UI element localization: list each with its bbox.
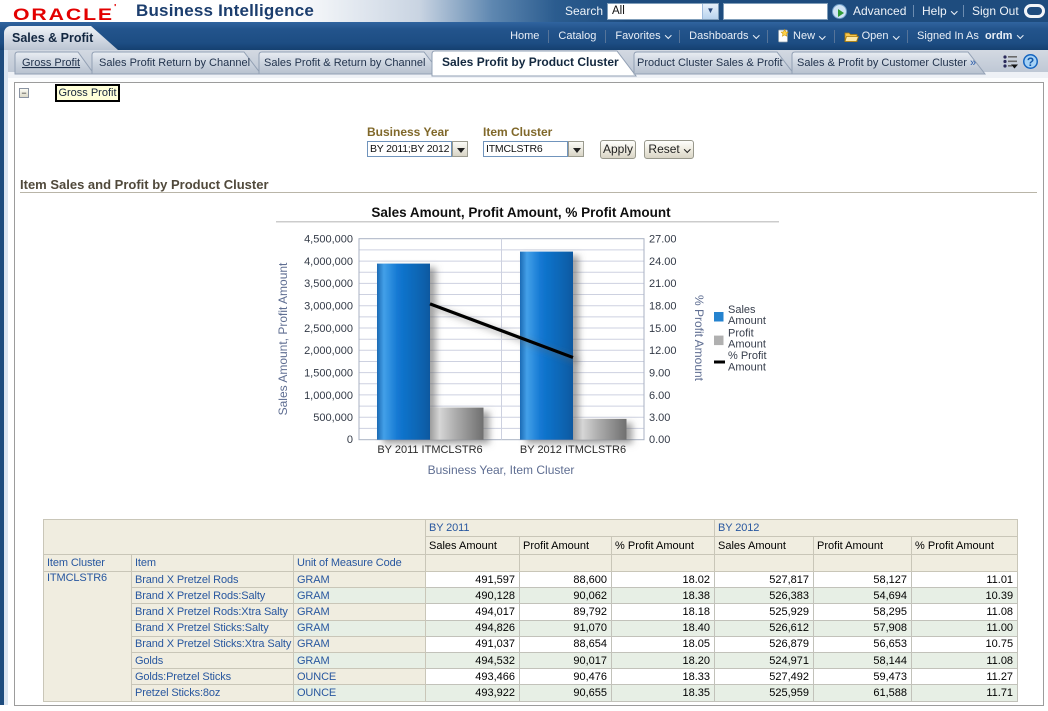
svg-text:12.00: 12.00 (649, 345, 677, 357)
svg-text:0.00: 0.00 (649, 434, 670, 446)
svg-text:Amount: Amount (728, 315, 766, 327)
svg-text:18.00: 18.00 (649, 301, 677, 313)
svg-text:Amount: Amount (728, 339, 766, 351)
svg-text:4,500,000: 4,500,000 (304, 234, 353, 246)
svg-text:24.00: 24.00 (649, 256, 677, 268)
svg-text:500,000: 500,000 (313, 412, 353, 424)
svg-text:% Profit: % Profit (728, 350, 767, 362)
svg-text:Sales Profit & Return by Chann: Sales Profit & Return by Channel (264, 57, 425, 69)
svg-text:Sales Profit by Product Cluste: Sales Profit by Product Cluster (442, 55, 619, 69)
svg-text:% Profit Amount: % Profit Amount (692, 295, 706, 382)
svg-text:0: 0 (347, 434, 353, 446)
svg-text:1,500,000: 1,500,000 (304, 368, 353, 380)
svg-text:2,500,000: 2,500,000 (304, 323, 353, 335)
svg-text:Sales Amount, Profit Amount, %: Sales Amount, Profit Amount, % Profit Am… (371, 205, 671, 220)
svg-text:27.00: 27.00 (649, 234, 677, 246)
svg-text:Sales & Profit by Customer Clu: Sales & Profit by Customer Cluster » (797, 57, 976, 69)
svg-text:2,000,000: 2,000,000 (304, 345, 353, 357)
svg-text:3.00: 3.00 (649, 412, 670, 424)
svg-text:BY 2011 ITMCLSTR6: BY 2011 ITMCLSTR6 (377, 444, 482, 456)
svg-text:3,000,000: 3,000,000 (304, 301, 353, 313)
svg-text:15.00: 15.00 (649, 323, 677, 335)
svg-text:BY 2012 ITMCLSTR6: BY 2012 ITMCLSTR6 (520, 444, 626, 456)
svg-text:21.00: 21.00 (649, 278, 677, 290)
svg-text:9.00: 9.00 (649, 368, 670, 380)
svg-text:Sales Profit Return by Channel: Sales Profit Return by Channel (99, 57, 250, 69)
svg-text:1,000,000: 1,000,000 (304, 390, 353, 402)
svg-text:Amount: Amount (728, 362, 766, 374)
svg-text:Gross Profit: Gross Profit (22, 57, 80, 69)
svg-text:?: ? (1027, 55, 1034, 69)
svg-text:Sales Amount, Profit Amount: Sales Amount, Profit Amount (276, 262, 290, 415)
svg-text:6.00: 6.00 (649, 390, 670, 402)
svg-text:Product Cluster Sales & Profit: Product Cluster Sales & Profit (637, 57, 783, 69)
svg-text:Business Year, Item Cluster: Business Year, Item Cluster (428, 463, 575, 477)
svg-text:4,000,000: 4,000,000 (304, 256, 353, 268)
svg-text:3,500,000: 3,500,000 (304, 278, 353, 290)
